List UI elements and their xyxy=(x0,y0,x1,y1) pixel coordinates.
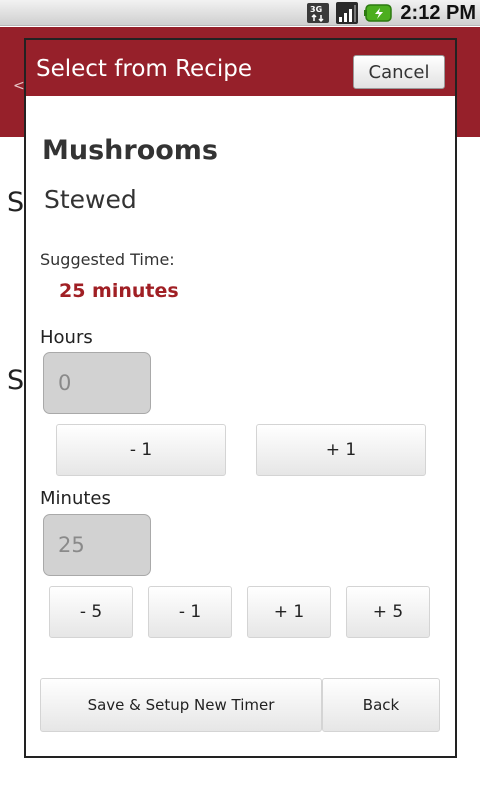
back-button[interactable]: Back xyxy=(322,678,440,732)
battery-charging-icon xyxy=(364,4,393,22)
hours-minus-1-button[interactable]: - 1 xyxy=(56,424,226,476)
hours-plus-1-button[interactable]: + 1 xyxy=(256,424,426,476)
background-text-fragment: S xyxy=(7,187,25,218)
hours-input[interactable] xyxy=(43,352,151,414)
hours-label: Hours xyxy=(40,327,93,348)
dialog-titlebar: Select from Recipe Cancel xyxy=(26,40,455,96)
minutes-plus-1-button[interactable]: + 1 xyxy=(247,586,331,638)
minutes-minus-1-button[interactable]: - 1 xyxy=(148,586,232,638)
status-time: 2:12 PM xyxy=(400,1,476,24)
minutes-input[interactable] xyxy=(43,514,151,576)
status-bar: 3G 2:12 PM xyxy=(0,0,480,26)
minutes-plus-5-button[interactable]: + 5 xyxy=(346,586,430,638)
minutes-minus-5-button[interactable]: - 5 xyxy=(49,586,133,638)
save-setup-timer-button[interactable]: Save & Setup New Timer xyxy=(40,678,322,732)
suggested-time-label: Suggested Time: xyxy=(40,250,175,269)
background-back-icon: < xyxy=(13,78,25,94)
cooking-method: Stewed xyxy=(44,185,137,214)
recipe-name: Mushrooms xyxy=(42,135,219,166)
signal-strength-icon xyxy=(336,2,359,24)
3g-data-icon: 3G xyxy=(307,3,330,23)
status-icons: 3G 2:12 PM xyxy=(306,0,480,26)
background-text-fragment: S xyxy=(7,365,25,396)
cancel-button[interactable]: Cancel xyxy=(353,55,445,89)
minutes-label: Minutes xyxy=(40,488,111,509)
svg-text:3G: 3G xyxy=(310,5,322,14)
suggested-time-value: 25 minutes xyxy=(59,280,179,302)
dialog-title: Select from Recipe xyxy=(36,56,252,82)
recipe-dialog: Select from Recipe Cancel Mushrooms Stew… xyxy=(24,38,457,758)
